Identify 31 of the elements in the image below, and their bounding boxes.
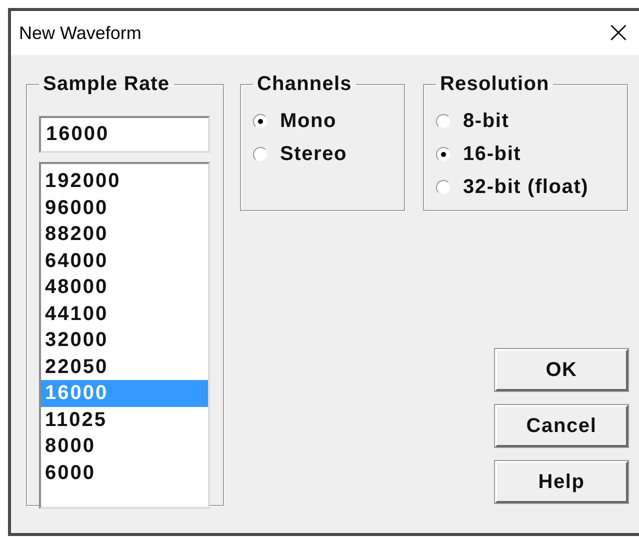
radio-label[interactable]: 32-bit (float) bbox=[463, 176, 589, 199]
radio-button[interactable] bbox=[253, 114, 268, 129]
group-label: Sample Rate bbox=[42, 73, 171, 96]
list-item[interactable]: 44100 bbox=[41, 300, 208, 327]
window-title: New Waveform bbox=[19, 22, 142, 44]
list-item[interactable]: 11025 bbox=[41, 406, 208, 433]
list-item[interactable]: 96000 bbox=[41, 194, 208, 221]
dialog-button[interactable]: Help bbox=[495, 461, 628, 503]
sample-rate-list[interactable]: 192000 96000 88200 64000 48000 44100 32000 22050 16000 11025 8000 6000 bbox=[39, 162, 210, 509]
sample-rate-field[interactable]: 16000 bbox=[39, 116, 210, 153]
list-item[interactable]: 192000 bbox=[41, 168, 208, 194]
radio-button[interactable] bbox=[253, 147, 268, 162]
radio-button[interactable] bbox=[436, 114, 451, 129]
list-item[interactable]: 32000 bbox=[41, 327, 208, 354]
dialog-button[interactable]: Cancel bbox=[495, 405, 628, 447]
close-button[interactable]: × bbox=[598, 18, 639, 48]
list-item[interactable]: 64000 bbox=[41, 248, 208, 274]
list-item[interactable]: 8000 bbox=[41, 433, 208, 460]
radio-label[interactable]: Mono bbox=[280, 110, 337, 133]
radio-label[interactable]: 8-bit bbox=[463, 110, 510, 133]
list-item[interactable]: 6000 bbox=[41, 460, 208, 486]
radio-label[interactable]: Stereo bbox=[280, 143, 348, 166]
radio-button[interactable] bbox=[436, 147, 451, 162]
radio-label[interactable]: 16-bit bbox=[463, 143, 522, 166]
dialog-button[interactable]: OK bbox=[495, 349, 628, 391]
group-label: Channels bbox=[256, 73, 353, 96]
list-item[interactable]: 88200 bbox=[41, 221, 208, 248]
group-label: Resolution bbox=[439, 73, 550, 96]
radio-button[interactable] bbox=[436, 180, 451, 195]
list-item[interactable]: 22050 bbox=[41, 354, 208, 380]
list-item[interactable]: 48000 bbox=[41, 274, 208, 300]
